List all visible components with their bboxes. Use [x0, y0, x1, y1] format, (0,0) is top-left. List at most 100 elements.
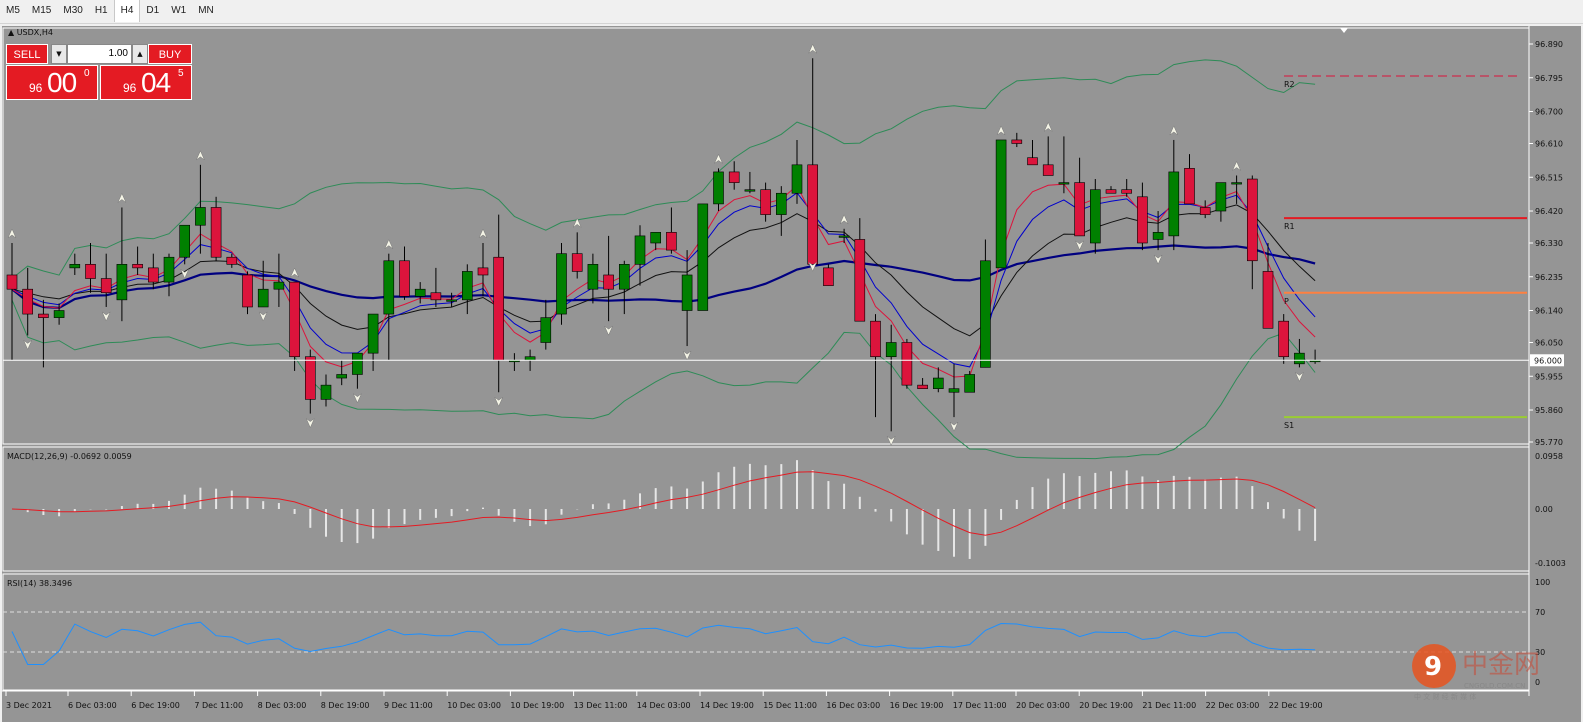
- time-axis-label: 3 Dec 2021: [6, 701, 52, 710]
- ma-slow-line: [11, 244, 1316, 310]
- fractal-up-arrow-icon: [195, 150, 206, 161]
- watermark-url-text: CNGOLD.COM.CN: [1464, 682, 1525, 690]
- bear-candle: [1137, 196, 1148, 244]
- chart-shift-marker-icon: [1340, 28, 1348, 33]
- lot-size-input[interactable]: 1.00: [67, 44, 132, 64]
- fractal-up-arrow-icon: [478, 228, 488, 239]
- time-axis-label: 10 Dec 19:00: [510, 701, 564, 710]
- bull-candle: [980, 260, 991, 368]
- time-axis-label: 20 Dec 03:00: [1016, 701, 1070, 710]
- buy-price-prefix: 96: [123, 81, 137, 95]
- bear-candle: [430, 292, 442, 301]
- bear-candle: [399, 260, 410, 297]
- sell-button[interactable]: SELL: [6, 44, 48, 64]
- buy-button[interactable]: BUY: [148, 44, 192, 64]
- fractal-up-arrow-icon: [117, 192, 127, 204]
- price-axis-label: 95.770: [1535, 438, 1563, 447]
- time-axis-label: 8 Dec 19:00: [321, 701, 370, 710]
- bear-candle: [226, 256, 238, 265]
- collapse-triangle-icon[interactable]: ▲: [8, 28, 14, 37]
- ma-fastest-line: [11, 183, 1316, 378]
- bull-candle: [791, 164, 803, 194]
- bull-candle: [838, 235, 850, 238]
- fractal-down-arrow-icon: [1074, 240, 1085, 251]
- bear-candle: [6, 274, 18, 290]
- timeframe-m30-button[interactable]: M30: [57, 0, 88, 22]
- bull-candle: [53, 310, 65, 318]
- bear-candle: [571, 253, 583, 272]
- bear-candle: [1262, 271, 1274, 329]
- bull-candle: [1294, 352, 1305, 365]
- symbol-name: USDX,H4: [16, 28, 53, 37]
- bear-candle: [1074, 182, 1085, 237]
- lot-decrease-button[interactable]: ▼: [51, 44, 67, 64]
- price-axis-label: 96.795: [1535, 74, 1563, 83]
- bull-candle: [320, 384, 332, 400]
- fractal-up-arrow-icon: [808, 43, 818, 54]
- fractal-up-arrow-icon: [384, 239, 394, 250]
- bull-candle: [116, 264, 128, 301]
- price-axis-label: 96.330: [1535, 239, 1563, 248]
- timeframe-h4-button[interactable]: H4: [113, 0, 141, 22]
- bear-candle: [603, 274, 614, 290]
- bull-candle: [540, 317, 552, 343]
- fractal-down-arrow-icon: [352, 392, 363, 404]
- fractal-down-arrow-icon: [1153, 254, 1163, 265]
- buy-price-button[interactable]: 96 04 5: [100, 65, 192, 100]
- bear-candle: [728, 171, 740, 183]
- bear-candle: [1121, 189, 1132, 194]
- chart-window[interactable]: 96.890 96.795 96.700 96.610 96.515 96.420 96.3…: [2, 26, 1581, 722]
- bear-candle: [1184, 168, 1195, 205]
- timeframe-d1-button[interactable]: D1: [140, 0, 165, 22]
- buy-price-main: 04: [141, 67, 171, 98]
- bear-candle: [1027, 157, 1038, 166]
- bear-candle: [760, 189, 771, 215]
- fractal-down-arrow-icon: [603, 325, 614, 336]
- fractal-down-arrow-icon: [258, 311, 268, 322]
- chart-canvas[interactable]: 96.890 96.795 96.700 96.610 96.515 96.420 96.3…: [2, 26, 1581, 722]
- pivot-r2-label: R2: [1284, 80, 1295, 89]
- bull-candle: [1168, 171, 1180, 237]
- price-axis-label: 95.955: [1535, 372, 1563, 381]
- fractal-up-arrow-icon: [996, 125, 1006, 136]
- bear-candle: [100, 278, 112, 294]
- bear-candle: [1105, 189, 1117, 194]
- symbol-label: ▲ USDX,H4: [8, 28, 53, 37]
- bear-candle: [901, 342, 913, 386]
- bear-candle: [807, 164, 819, 265]
- bear-candle: [242, 274, 253, 308]
- lot-increase-button[interactable]: ▲: [132, 44, 148, 64]
- fractal-down-arrow-icon: [494, 396, 504, 407]
- timeframe-w1-button[interactable]: W1: [165, 0, 192, 22]
- price-axis-label: 96.140: [1535, 307, 1563, 316]
- bear-candle: [477, 267, 489, 276]
- fractal-down-arrow-icon: [305, 417, 315, 429]
- timeframe-m15-button[interactable]: M15: [26, 0, 57, 22]
- bear-candle: [1278, 320, 1289, 358]
- timeframe-mn-button[interactable]: MN: [192, 0, 220, 22]
- macd-signal-line: [11, 471, 1316, 536]
- timeframe-h1-button[interactable]: H1: [89, 0, 114, 22]
- time-axis-label: 14 Dec 19:00: [700, 701, 754, 710]
- rsi-line: [11, 621, 1316, 665]
- time-axis-label: 9 Dec 11:00: [384, 701, 433, 710]
- macd-axis-label: 0.00: [1535, 505, 1553, 514]
- sell-price-button[interactable]: 96 00 0: [6, 65, 98, 100]
- bear-candle: [1011, 139, 1023, 144]
- bull-candle: [273, 281, 285, 290]
- time-axis-label: 22 Dec 19:00: [1269, 701, 1323, 710]
- time-axis-label: 14 Dec 03:00: [637, 701, 691, 710]
- time-axis-label: 20 Dec 19:00: [1079, 701, 1133, 710]
- ma-fast-line: [11, 192, 1316, 368]
- bull-candle: [1152, 232, 1164, 240]
- bull-candle: [964, 374, 976, 393]
- fractal-down-arrow-icon: [949, 421, 959, 432]
- timeframe-toolbar: M5 M15 M30 H1 H4 D1 W1 MN: [0, 0, 1583, 24]
- bull-candle: [367, 313, 379, 354]
- price-axis-label: 96.700: [1535, 108, 1563, 117]
- bull-candle: [932, 377, 944, 389]
- bull-candle: [257, 288, 269, 308]
- bear-candle: [493, 256, 505, 361]
- bear-candle: [304, 356, 316, 400]
- timeframe-m5-button[interactable]: M5: [0, 0, 26, 22]
